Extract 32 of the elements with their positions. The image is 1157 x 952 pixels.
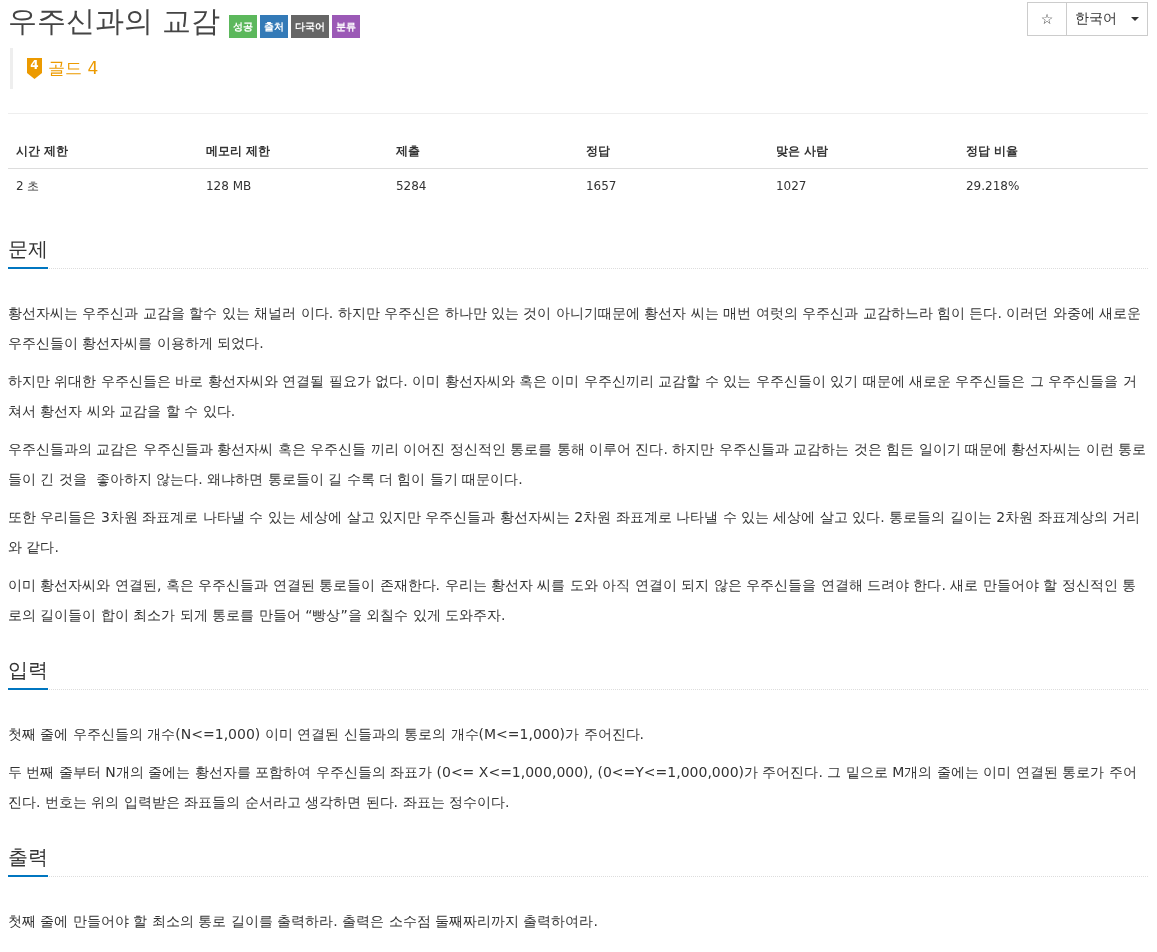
- column-header: 정답: [577, 134, 768, 169]
- table-cell: 5284: [387, 168, 578, 203]
- section-paragraph: 이미 황선자씨와 연결된, 혹은 우주신들과 연결된 통로들이 존재한다. 우리는 황선자 씨를 도와 아직 연결이 되지 않은 우주신들을 연결해 드려야 한다. 새로 만들어야 할 정신적인 통로의 길이들이 합이 최소가 되게 통로를 만들어 “빵상”을 외칠수 있게 도와주자.: [8, 576, 1138, 625]
- section-paragraph: 또한 우리들은 3차원 좌표계로 나타낼 수 있는 세상에 살고 있지만 우주신들과 황선자씨는 2차원 좌표계로 나타낼 수 있는 세상에 살고 있다. 통로들의 길이는 2차원 좌표계상의 거리와 같다.: [8, 508, 1141, 557]
- column-header: 메모리 제한: [198, 134, 388, 169]
- problem-label[interactable]: 다국어: [291, 15, 330, 38]
- section-heading: 문제: [8, 235, 48, 269]
- section-paragraph: 황선자씨는 우주신과 교감을 할수 있는 채널러 이다. 하지만 우주신은 하나만 있는 것이 아니기때문에 황선자 씨는 매번 여럿의 우주신과 교감하느라 힘이 든다. 이러던 와중에 새로운 우주신들이 황선자씨를 이용하게 되었다.: [8, 304, 1143, 353]
- problem-label[interactable]: 성공: [229, 15, 258, 38]
- section-paragraph: 하지만 위대한 우주신들은 바로 황선자씨와 연결될 필요가 없다. 이미 황선자씨와 혹은 이미 우주신끼리 교감할 수 있는 우주신들이 있기 때문에 새로운 우주신들은 그 우주신들을 거쳐서 황선자 씨와 교감을 할 수 있다.: [8, 372, 1138, 421]
- problem-title: 우주신과의 교감: [8, 3, 221, 39]
- section-paragraph: 두 번째 줄부터 N개의 줄에는 황선자를 포함하여 우주신들의 좌표가 (0<= X<=1,000,000), (0<=Y<=1,000,000)가 주어진다. 그 밑으로 M개의 줄에는 이미 연결된 통로가 주어진다. 번호는 위의 입력받은 좌표들의 순서라고 생각하면 된다. 좌표는 정수이다.: [8, 763, 1138, 812]
- table-cell: 1657: [577, 168, 768, 203]
- problem-label[interactable]: 출처: [260, 15, 289, 38]
- section-heading: 입력: [8, 656, 48, 690]
- table-cell: 128 MB: [198, 168, 388, 203]
- tier-badge: 4: [27, 58, 42, 79]
- problem-label[interactable]: 분류: [332, 15, 361, 38]
- section-paragraph: 첫째 줄에 만들어야 할 최소의 통로 길이를 출력하라. 출력은 소수점 둘째짜리까지 출력하여라.: [8, 912, 599, 931]
- table-cell: 29.218%: [957, 168, 1148, 203]
- column-header: 정답 비율: [957, 134, 1148, 169]
- section-heading: 출력: [8, 843, 48, 877]
- column-header: 제출: [387, 134, 578, 169]
- table-cell: 1027: [767, 168, 958, 203]
- column-header: 시간 제한: [8, 134, 198, 169]
- caret-icon: [1131, 17, 1139, 21]
- section-paragraph: 우주신들과의 교감은 우주신들과 황선자씨 혹은 우주신들 끼리 이어진 정신적인 통로를 통해 이루어 진다. 하지만 우주신들과 교감하는 것은 힘든 일이기 때문에 황선자씨는 이런 통로들이 긴 것을 좋아하지 않는다. 왜냐하면 통로들이 길 수록 더 힘이 들기 때문이다.: [8, 440, 1148, 489]
- table-cell: 2 초: [8, 168, 198, 203]
- language-dropdown[interactable]: 한국어: [1067, 2, 1148, 36]
- column-header: 맞은 사람: [767, 134, 958, 169]
- section-paragraph: 첫째 줄에 우주신들의 개수(N<=1,000) 이미 연결된 신들과의 통로의 개수(M<=1,000)가 주어진다.: [8, 725, 645, 744]
- favorite-star-button[interactable]: ☆: [1027, 2, 1067, 36]
